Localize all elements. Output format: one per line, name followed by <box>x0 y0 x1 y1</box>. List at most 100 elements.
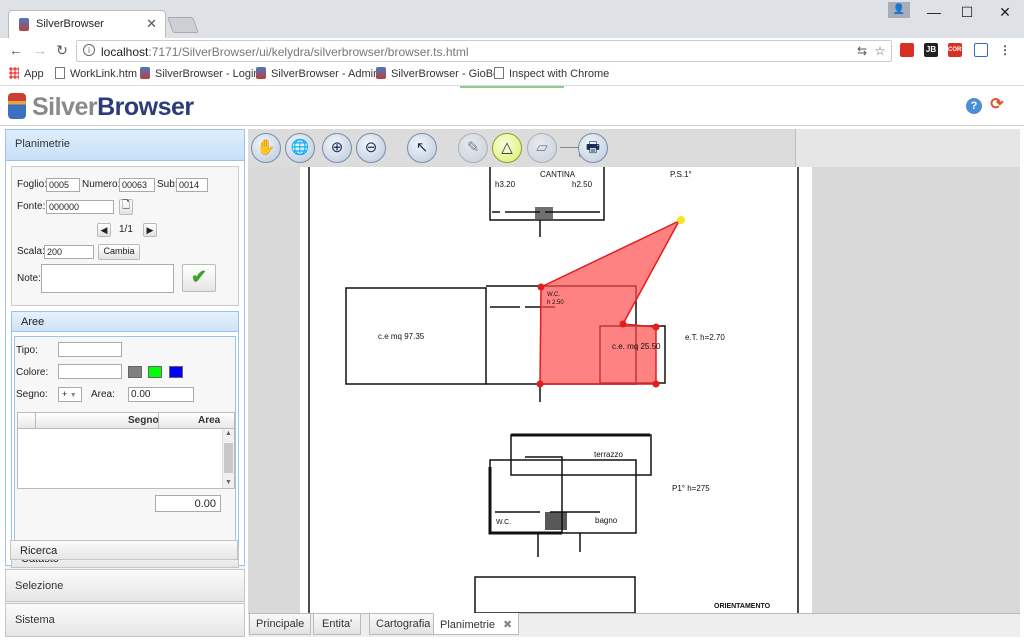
print-icon[interactable]: 🖶 <box>578 133 608 163</box>
accordion-selezione[interactable]: Selezione <box>5 569 245 602</box>
site-info-icon[interactable]: i <box>83 44 95 56</box>
selezione-label: Selezione <box>15 580 64 592</box>
prev-page-icon[interactable]: ◀ <box>97 223 111 237</box>
window-close-icon[interactable]: ✕ <box>993 4 1017 24</box>
note-textarea[interactable] <box>41 264 174 293</box>
maximize-icon[interactable]: ☐ <box>955 4 979 24</box>
close-tab-icon[interactable]: ✖ <box>503 619 512 631</box>
bookmark-label: SilverBrowser - Login <box>155 68 260 80</box>
eraser-icon[interactable]: ▱ <box>527 133 557 163</box>
scala-input[interactable]: 200 <box>44 245 94 259</box>
cambia-button[interactable]: Cambia <box>98 244 140 260</box>
blue-swatch[interactable] <box>169 366 183 378</box>
globe-icon[interactable]: 🌐 <box>285 133 315 163</box>
browser-tab[interactable]: SilverBrowser ✕ <box>8 10 166 38</box>
close-tab-icon[interactable]: ✕ <box>146 16 157 32</box>
zoom-in-icon[interactable]: ⊕ <box>322 133 352 163</box>
extension-cast-icon[interactable] <box>974 43 988 57</box>
accordion-planimetrie[interactable]: Planimetrie <box>5 129 245 161</box>
column-segno[interactable]: Segno <box>128 415 159 426</box>
tipo-input[interactable] <box>58 342 122 357</box>
left-panel: Planimetrie Foglio: 0005 Numero: 00063 S… <box>5 129 245 637</box>
accordion-sistema[interactable]: Sistema <box>5 603 245 637</box>
label-orientamento: ORIENTAMENTO <box>714 603 771 610</box>
bookmark-sb-login[interactable]: SilverBrowser - Login <box>140 67 260 80</box>
grid-scrollbar[interactable]: ▲ ▼ <box>222 429 234 488</box>
browser-tabstrip: SilverBrowser ✕ 👤 — ☐ ✕ <box>0 0 1024 38</box>
zoom-out-icon[interactable]: ⊖ <box>356 133 386 163</box>
forward-arrow-icon[interactable]: → <box>32 42 48 60</box>
extension-acrobat-icon[interactable] <box>900 43 914 57</box>
document-icon[interactable]: 🗋 <box>119 199 133 215</box>
aree-header[interactable]: Aree <box>12 312 238 332</box>
bookmark-apps[interactable]: App <box>9 67 44 80</box>
gray-swatch[interactable] <box>128 366 142 378</box>
scroll-up-icon[interactable]: ▲ <box>225 430 232 437</box>
tab-cartografia[interactable]: Cartografia <box>369 613 438 635</box>
label-et: e.T. h=2.70 <box>685 333 725 342</box>
active-vertex-handle[interactable] <box>677 216 685 224</box>
extension-jb-icon[interactable]: JB <box>924 43 938 57</box>
scroll-thumb[interactable] <box>224 443 233 473</box>
url-host: localhost <box>101 45 149 59</box>
sub-input[interactable]: 0014 <box>176 178 208 192</box>
segno-select[interactable]: + ▼ <box>58 387 82 402</box>
menu-kebab-icon[interactable]: ⋮ <box>998 43 1012 57</box>
column-divider <box>158 413 159 428</box>
plan-linework <box>308 167 799 613</box>
logo-text: SilverBrowser <box>32 93 194 122</box>
label-wc2: W.C. <box>496 519 511 526</box>
extension-cors-icon[interactable]: CORS <box>948 43 965 57</box>
fonte-input[interactable]: 000000 <box>46 200 114 214</box>
translate-icon[interactable]: ⇆ <box>855 44 869 58</box>
reload-icon[interactable]: ↻ <box>54 42 70 60</box>
aree-title: Aree <box>21 316 45 328</box>
tab-label: Cartografia <box>376 618 431 630</box>
bookmark-worklink[interactable]: WorkLink.htm <box>55 67 137 80</box>
back-arrow-icon[interactable]: ← <box>8 42 24 60</box>
polygon-icon[interactable]: △ <box>492 133 522 163</box>
column-area[interactable]: Area <box>198 415 220 426</box>
database-logo-icon <box>8 93 26 119</box>
scroll-down-icon[interactable]: ▼ <box>225 479 232 486</box>
numero-input[interactable]: 00063 <box>119 178 155 192</box>
address-bar[interactable]: i localhost:7171/SilverBrowser/ui/kelydr… <box>76 40 892 62</box>
area-input[interactable]: 0.00 <box>128 387 194 402</box>
bookmark-inspect[interactable]: Inspect with Chrome <box>494 67 609 80</box>
colore-input[interactable] <box>58 364 122 379</box>
tab-principale[interactable]: Principale <box>249 613 312 635</box>
toolbar-filler <box>796 129 1020 167</box>
tab-planimetrie[interactable]: Planimetrie ✖ <box>433 613 520 635</box>
map-empty-area <box>812 167 1020 613</box>
next-page-icon[interactable]: ▶ <box>143 223 157 237</box>
floorplan-view[interactable]: CANTINA h3.20 h2.50 P.S.1° c.e mq 97.35 … <box>300 167 812 613</box>
floorplan-svg: CANTINA h3.20 h2.50 P.S.1° c.e mq 97.35 … <box>308 167 799 613</box>
sistema-label: Sistema <box>15 614 55 626</box>
apps-grid-icon <box>9 67 19 79</box>
bookmark-sb-giobo[interactable]: SilverBrowser - GioBo <box>376 67 499 80</box>
planimetrie-body: Foglio: 0005 Numero: 00063 Sub: 0014 Fon… <box>5 161 245 568</box>
tab-label: Principale <box>256 618 305 630</box>
new-tab-button[interactable] <box>167 17 199 33</box>
bookmark-star-icon[interactable]: ☆ <box>873 44 887 58</box>
help-icon[interactable]: ? <box>966 98 982 114</box>
select-cursor-icon[interactable]: ↖ <box>407 133 437 163</box>
foglio-input[interactable]: 0005 <box>46 178 80 192</box>
label-cantina: CANTINA <box>540 170 576 179</box>
foglio-label: Foglio: <box>17 179 48 190</box>
page-icon <box>55 67 65 79</box>
bookmark-sb-admin[interactable]: SilverBrowser - Admin <box>256 67 379 80</box>
pan-hand-icon[interactable]: ✋ <box>251 133 281 163</box>
profile-icon[interactable]: 👤 <box>888 2 910 18</box>
green-swatch[interactable] <box>148 366 162 378</box>
logo-browser: Browser <box>97 93 194 121</box>
bottom-tab-bar: Principale Entita' Cartografia Planimetr… <box>248 613 1020 637</box>
tab-entita[interactable]: Entita' <box>313 613 362 635</box>
minimize-icon[interactable]: — <box>922 4 946 24</box>
pencil-icon[interactable]: ✎ <box>458 133 488 163</box>
confirm-check-icon[interactable]: ✔ <box>182 264 216 292</box>
refresh-icon[interactable]: ⟳ <box>988 96 1006 114</box>
url-text: localhost:7171/SilverBrowser/ui/kelydra/… <box>101 45 468 59</box>
accordion-ricerca[interactable]: Ricerca <box>10 540 238 560</box>
grid-selector-column <box>18 413 36 428</box>
